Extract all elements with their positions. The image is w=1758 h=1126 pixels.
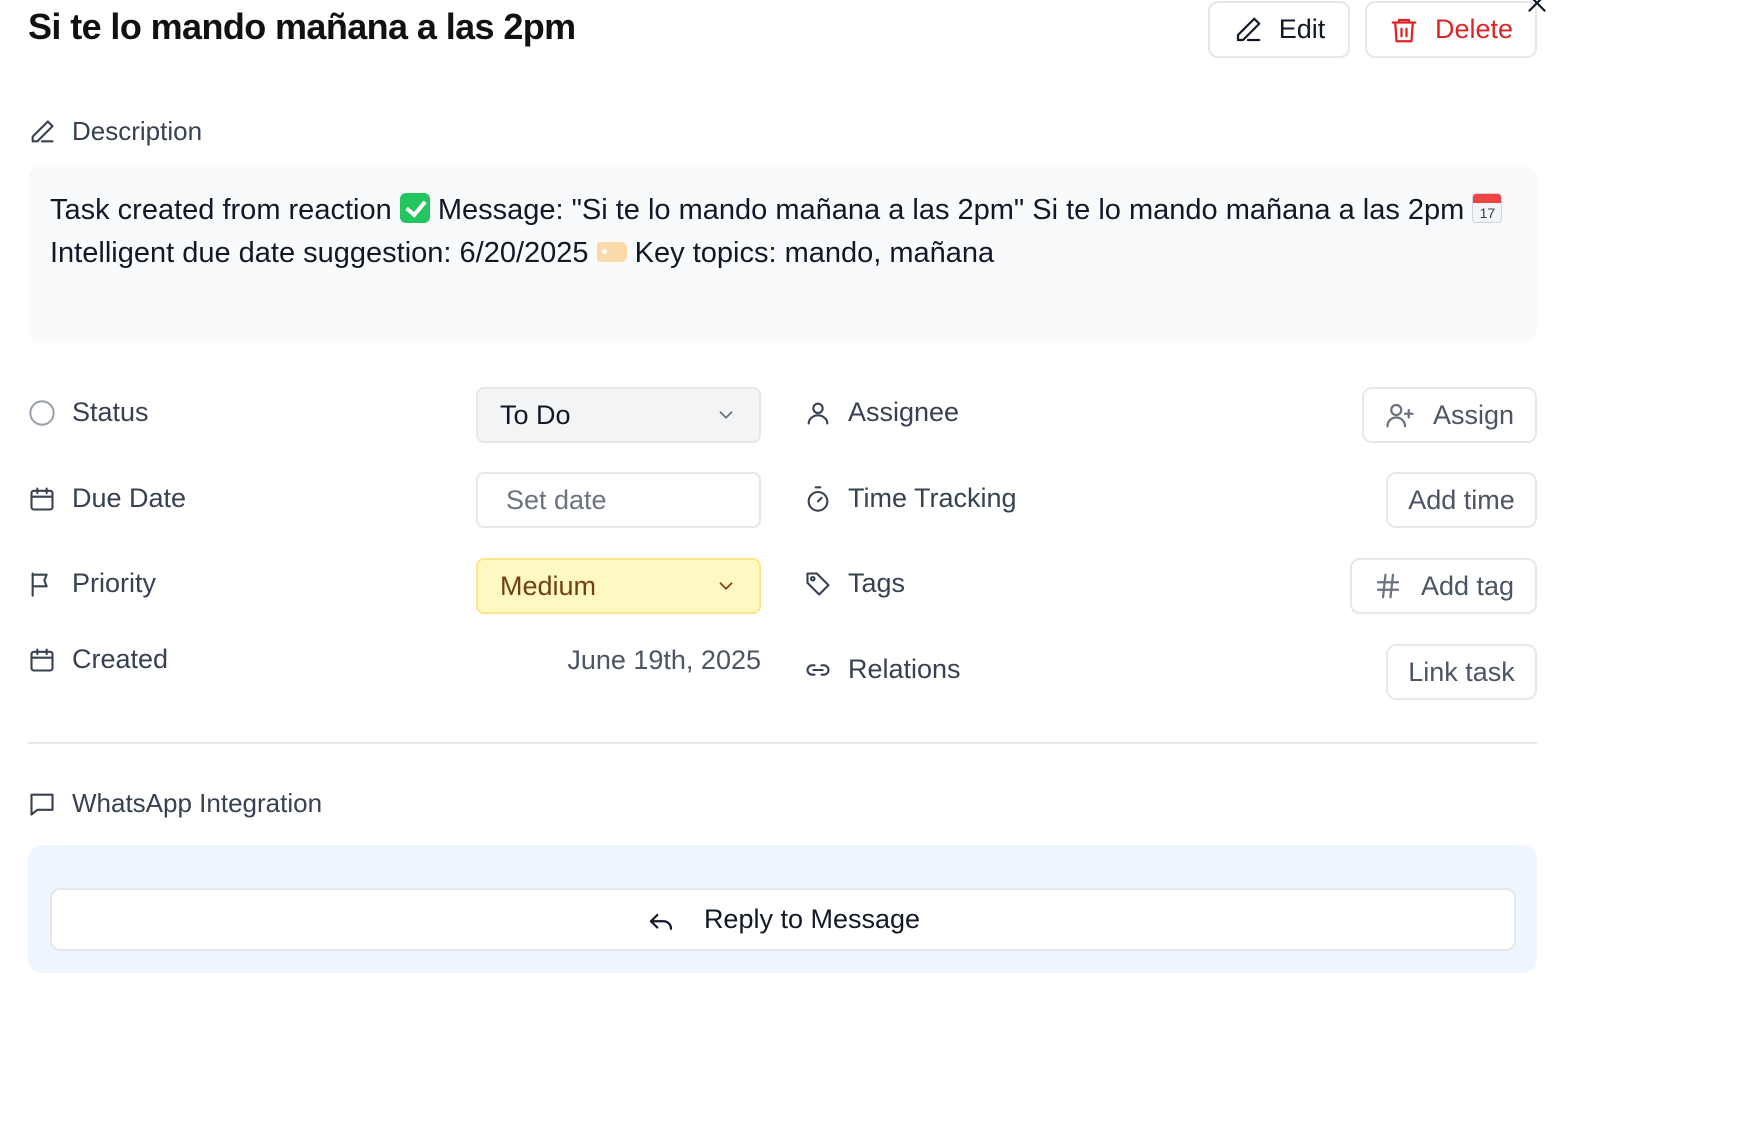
priority-label: Priority	[28, 568, 156, 599]
assignee-label: Assignee	[804, 397, 959, 428]
edit-button-label: Edit	[1278, 14, 1326, 44]
trash-icon	[1391, 18, 1417, 42]
flag-icon	[31, 571, 48, 597]
tag-icon	[806, 571, 830, 596]
due-date-input[interactable]	[476, 472, 761, 528]
link-task-button[interactable]: Link task	[1386, 644, 1537, 700]
user-icon	[807, 402, 829, 425]
delete-button[interactable]: Delete	[1365, 1, 1537, 58]
user-plus-icon	[1386, 403, 1414, 428]
section-divider	[28, 742, 1537, 744]
whatsapp-heading: WhatsApp Integration	[28, 788, 322, 819]
pencil-icon	[31, 119, 54, 142]
close-icon[interactable]	[1524, 0, 1550, 16]
created-label: Created	[28, 644, 168, 675]
hash-icon	[1376, 573, 1400, 599]
calendar-icon	[30, 486, 54, 511]
calendar-icon	[30, 647, 54, 672]
description-heading: Description	[28, 116, 202, 147]
status-label: Status	[28, 397, 149, 428]
created-date-value: June 19th, 2025	[567, 645, 761, 675]
description-text[interactable]: Task created from reaction Message: "Si …	[28, 165, 1537, 343]
message-square-icon	[30, 793, 54, 816]
time-tracking-label: Time Tracking	[804, 483, 1017, 514]
reply-arrow-icon	[649, 913, 673, 930]
add-tag-button[interactable]: Add tag	[1350, 558, 1537, 614]
link-icon	[806, 663, 830, 676]
reply-to-message-button[interactable]: Reply to Message	[50, 888, 1516, 951]
task-title: Si te lo mando mañana a las 2pm	[28, 6, 576, 47]
delete-button-label: Delete	[1434, 14, 1514, 44]
label-tag-icon	[596, 242, 627, 262]
relations-label: Relations	[804, 654, 961, 685]
pencil-icon	[1236, 17, 1261, 41]
status-select[interactable]: To Do	[476, 387, 761, 443]
chevron-down-icon	[719, 582, 733, 590]
circle-status-icon	[29, 399, 55, 426]
add-time-button[interactable]: Add time	[1386, 472, 1537, 528]
priority-select[interactable]: Medium	[476, 558, 761, 614]
assign-button[interactable]: Assign	[1362, 387, 1537, 443]
check-mark-icon	[399, 193, 430, 223]
timer-icon	[807, 485, 829, 512]
calendar-emoji-icon: 17	[1472, 193, 1503, 223]
edit-button[interactable]: Edit	[1208, 1, 1350, 58]
tags-label: Tags	[804, 568, 905, 599]
due-date-label: Due Date	[28, 483, 186, 514]
chevron-down-icon	[719, 411, 733, 419]
